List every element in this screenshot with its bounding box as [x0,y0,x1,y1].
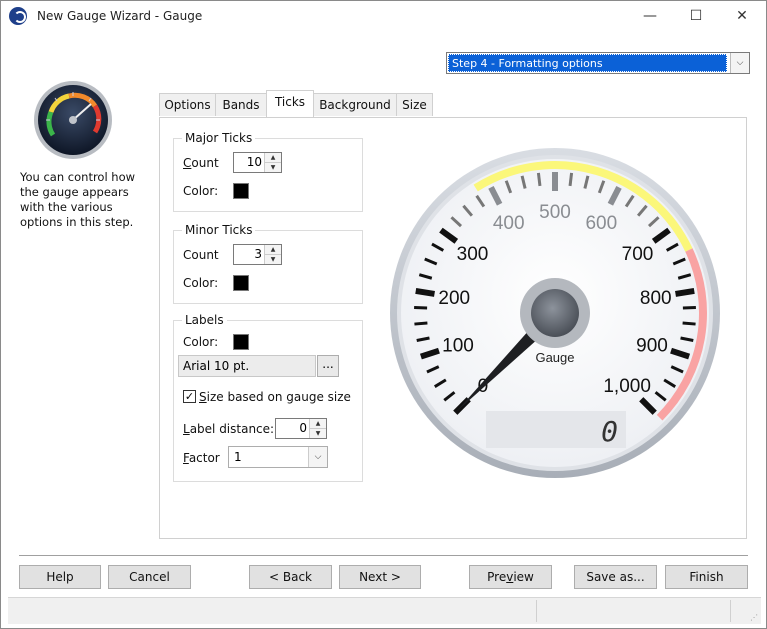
font-field[interactable]: Arial 10 pt. [178,355,316,377]
scale-label: 200 [438,288,470,309]
factor-value: 1 [234,450,242,464]
major-tick [415,287,435,297]
minor-tick [536,172,542,187]
major-ticks-group [173,138,363,212]
scale-label: 400 [493,213,525,234]
scale-label: 700 [622,244,654,265]
stepper-up-icon[interactable]: ▲ [265,245,281,255]
size-based-checkbox[interactable]: ✓ [183,390,196,403]
tab-bands[interactable]: Bands [215,93,267,116]
scale-label: 900 [636,336,668,357]
tab-size[interactable]: Size [396,93,433,116]
chevron-down-icon[interactable]: ⌵ [308,447,327,467]
gauge-thumbnail-icon [34,81,112,159]
minor-tick [414,321,428,326]
minor-ticks-title: Minor Ticks [182,223,256,237]
preview-button[interactable]: Preview [469,565,552,589]
stepper-up-icon[interactable]: ▲ [310,419,326,429]
maximize-button[interactable]: ☐ [673,1,719,31]
scale-label: 600 [585,213,617,234]
label-distance-label: Label distance: [183,422,275,436]
factor-dropdown[interactable]: 1 ⌵ [228,446,328,468]
app-icon [9,7,27,25]
tab-options[interactable]: Options [159,93,216,116]
scale-label: 1,000 [603,376,651,397]
step-description: You can control how the gauge appears wi… [20,170,136,229]
labels-color-label: Color: [183,335,219,349]
next-button[interactable]: Next > [339,565,421,589]
gauge-preview: 01002003004005006007008009001,000 0 Gaug… [390,148,720,478]
step-selected-value: Step 4 - Formatting options [448,54,727,72]
digital-readout: 0 [601,415,618,448]
help-button[interactable]: Help [19,565,101,589]
stepper-down-icon[interactable]: ▼ [310,429,326,438]
minor-count-label: Count [183,248,219,262]
tab-background[interactable]: Background [313,93,397,116]
scale-label: 800 [640,288,672,309]
step-dropdown[interactable]: Step 4 - Formatting options ⌵ [446,52,750,74]
minor-count-stepper[interactable]: 3 ▲ ▼ [233,244,282,265]
major-color-swatch[interactable] [233,183,249,199]
scale-label: 300 [457,244,489,265]
back-button[interactable]: < Back [249,565,332,589]
title-bar: New Gauge Wizard - Gauge — ☐ ✕ [1,1,766,31]
minor-tick [414,305,428,310]
label-distance-stepper[interactable]: 0 ▲ ▼ [275,418,327,439]
minor-tick [568,172,574,187]
minor-color-swatch[interactable] [233,275,249,291]
stepper-down-icon[interactable]: ▼ [265,255,281,264]
finish-button[interactable]: Finish [665,565,748,589]
minor-tick [682,305,696,310]
save-as-button[interactable]: Save as... [574,565,657,589]
needle-hub [531,289,579,337]
window-title: New Gauge Wizard - Gauge [37,9,203,23]
scale-label: 100 [442,336,474,357]
resize-grip-icon[interactable]: ⋰ [750,613,758,622]
labels-title: Labels [182,313,227,327]
close-button[interactable]: ✕ [719,1,765,31]
major-count-label: Count [183,156,219,170]
tab-ticks[interactable]: Ticks [266,90,314,117]
major-color-label: Color: [183,184,219,198]
scale-label: 500 [539,202,571,223]
stepper-down-icon[interactable]: ▼ [265,163,281,172]
major-count-value: 10 [246,155,262,169]
font-browse-button[interactable]: ... [317,355,339,377]
minor-tick [682,321,696,326]
minor-ticks-group [173,230,363,304]
label-distance-value: 0 [299,421,307,435]
size-based-label: Size based on gauge size [199,390,351,404]
major-count-stepper[interactable]: 10 ▲ ▼ [233,152,282,173]
chevron-down-icon[interactable]: ⌵ [730,53,749,73]
minor-color-label: Color: [183,276,219,290]
factor-label: Factor [183,451,220,465]
major-ticks-title: Major Ticks [182,131,256,145]
footer-separator [19,555,748,556]
gauge-caption: Gauge [535,350,574,365]
major-tick [675,287,695,297]
minimize-button[interactable]: — [627,1,673,31]
stepper-up-icon[interactable]: ▲ [265,153,281,163]
status-bar: ⋰ [8,597,761,624]
minor-count-value: 3 [254,247,262,261]
labels-color-swatch[interactable] [233,334,249,350]
cancel-button[interactable]: Cancel [108,565,191,589]
